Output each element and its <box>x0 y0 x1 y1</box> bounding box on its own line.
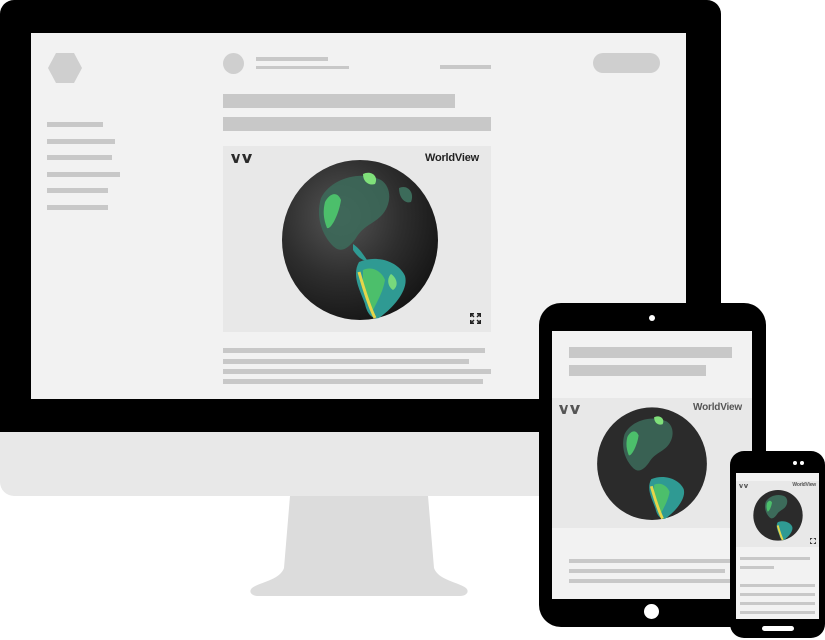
body-text-line <box>223 348 485 353</box>
author-meta-placeholder <box>256 66 349 69</box>
phone-home-bar[interactable] <box>762 626 794 631</box>
globe-image <box>753 490 803 541</box>
body-text-line <box>740 611 815 614</box>
worldview-logo-icon <box>231 154 252 163</box>
phone-device: WorldView <box>730 451 825 638</box>
worldview-embed[interactable]: WorldView <box>736 481 819 547</box>
nav-item[interactable] <box>47 172 120 177</box>
monitor-stand <box>250 496 468 596</box>
headline-line-1 <box>223 94 455 108</box>
tablet-camera <box>649 315 655 321</box>
phone-screen: WorldView <box>736 473 819 619</box>
nav-item[interactable] <box>47 155 112 160</box>
nav-item[interactable] <box>47 122 103 127</box>
nav-item[interactable] <box>47 139 115 144</box>
nav-item[interactable] <box>47 188 108 193</box>
header-button[interactable] <box>593 53 660 73</box>
worldview-logo-icon <box>739 484 749 488</box>
body-text-line <box>740 566 774 569</box>
worldview-embed[interactable]: WorldView <box>223 146 491 332</box>
body-text-line <box>740 593 815 596</box>
body-text-line <box>569 579 734 583</box>
worldview-logo-icon <box>559 405 580 414</box>
body-text-line <box>223 379 483 384</box>
globe-image <box>282 160 438 320</box>
author-avatar <box>223 53 244 74</box>
phone-camera <box>800 461 804 465</box>
expand-icon[interactable] <box>810 538 816 544</box>
body-text-line <box>223 359 469 364</box>
headline-line-2 <box>569 365 706 376</box>
worldview-brand-label: WorldView <box>792 482 816 488</box>
expand-icon[interactable] <box>470 313 481 324</box>
phone-sensor <box>793 461 797 465</box>
body-text-line <box>569 559 734 563</box>
globe-image <box>597 407 707 520</box>
author-name-placeholder <box>256 57 328 61</box>
body-text-line <box>740 602 815 605</box>
header-link-placeholder[interactable] <box>440 65 491 69</box>
tablet-home-button[interactable] <box>644 604 659 619</box>
site-logo-hexagon <box>48 53 82 83</box>
nav-item[interactable] <box>47 205 108 210</box>
tablet-screen: WorldView <box>552 331 752 599</box>
body-text-line <box>569 569 725 573</box>
headline-line-2 <box>223 117 491 131</box>
body-text-line <box>223 369 491 374</box>
worldview-embed[interactable]: WorldView <box>552 398 752 528</box>
body-text-line <box>740 584 815 587</box>
body-text-line <box>740 557 810 560</box>
headline-line-1 <box>569 347 732 358</box>
